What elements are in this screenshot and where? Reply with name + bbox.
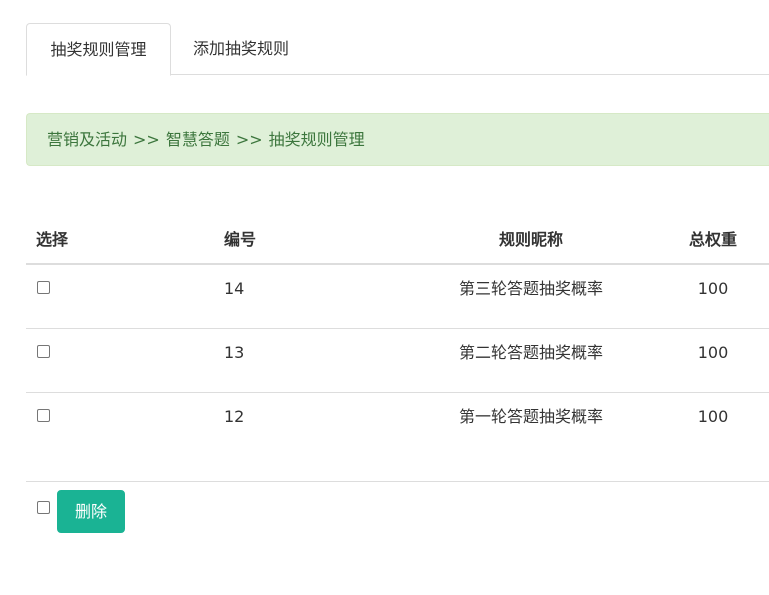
header-select: 选择 — [36, 230, 69, 249]
table-row: 14 第三轮答题抽奖概率 100 — [26, 265, 769, 329]
breadcrumb-separator: >> — [133, 130, 160, 149]
tab-label: 添加抽奖规则 — [193, 39, 290, 58]
cell-weight: 100 — [697, 279, 729, 298]
rules-table: 选择 编号 规则昵称 总权重 14 第三轮答题抽奖概率 100 13 第二轮答题… — [26, 216, 769, 482]
tab-rule-management[interactable]: 抽奖规则管理 — [26, 23, 171, 76]
header-name: 规则昵称 — [498, 230, 563, 249]
breadcrumb-separator: >> — [235, 130, 263, 149]
header-id: 编号 — [224, 230, 257, 249]
bulk-actions: 删除 — [26, 482, 769, 542]
select-all-checkbox[interactable] — [37, 501, 50, 514]
breadcrumb-item-marketing: 营销及活动 — [47, 130, 128, 149]
delete-button[interactable]: 删除 — [57, 490, 125, 533]
cell-name: 第一轮答题抽奖概率 — [458, 407, 603, 426]
tab-add-rule[interactable]: 添加抽奖规则 — [193, 23, 323, 75]
breadcrumb-item-quiz: 智慧答题 — [165, 130, 230, 149]
cell-weight: 100 — [697, 343, 729, 362]
cell-name: 第二轮答题抽奖概率 — [458, 343, 603, 362]
table-row: 12 第一轮答题抽奖概率 100 — [26, 393, 769, 482]
tab-bar: 抽奖规则管理 添加抽奖规则 — [26, 23, 769, 76]
breadcrumb-item-current: 抽奖规则管理 — [268, 130, 365, 149]
table-header: 选择 编号 规则昵称 总权重 — [26, 216, 769, 265]
tab-label: 抽奖规则管理 — [50, 40, 147, 59]
header-weight: 总权重 — [688, 230, 737, 249]
row-checkbox[interactable] — [37, 409, 50, 422]
row-checkbox[interactable] — [37, 345, 50, 358]
breadcrumb: 营销及活动 >> 智慧答题 >> 抽奖规则管理 — [26, 113, 769, 166]
row-checkbox[interactable] — [37, 281, 50, 294]
cell-id: 12 — [224, 407, 245, 426]
cell-id: 14 — [224, 279, 245, 298]
cell-name: 第三轮答题抽奖概率 — [458, 279, 603, 298]
cell-weight: 100 — [697, 407, 729, 426]
cell-id: 13 — [224, 343, 245, 362]
page: 抽奖规则管理 添加抽奖规则 营销及活动 >> 智慧答题 >> 抽奖规则管理 选择 编号 … — [0, 0, 769, 595]
table-row: 13 第二轮答题抽奖概率 100 — [26, 329, 769, 393]
